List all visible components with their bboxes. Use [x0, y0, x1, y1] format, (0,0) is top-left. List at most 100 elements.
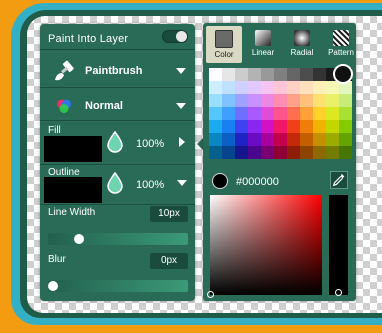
- slider-thumb[interactable]: [48, 281, 58, 291]
- palette-swatch[interactable]: [235, 146, 248, 159]
- palette-swatch[interactable]: [209, 94, 222, 107]
- palette-swatch[interactable]: [235, 107, 248, 120]
- palette-swatch[interactable]: [274, 146, 287, 159]
- palette-swatch[interactable]: [313, 146, 326, 159]
- palette-swatch[interactable]: [339, 146, 352, 159]
- palette-swatch[interactable]: [209, 81, 222, 94]
- slider-thumb[interactable]: [74, 234, 84, 244]
- palette-swatch[interactable]: [235, 120, 248, 133]
- palette-swatch[interactable]: [300, 68, 313, 81]
- palette-swatch[interactable]: [274, 68, 287, 81]
- paint-into-layer-label: Paint Into Layer: [48, 33, 129, 45]
- palette-swatch[interactable]: [326, 120, 339, 133]
- palette-swatch[interactable]: [313, 81, 326, 94]
- palette-swatch[interactable]: [274, 133, 287, 146]
- hue-handle[interactable]: [335, 289, 342, 296]
- palette-swatch[interactable]: [222, 133, 235, 146]
- line-width-value[interactable]: 10px: [150, 206, 188, 222]
- sv-handle[interactable]: [207, 291, 214, 298]
- palette-swatch[interactable]: [287, 107, 300, 120]
- palette-swatch[interactable]: [300, 120, 313, 133]
- outline-color-swatch[interactable]: [44, 177, 102, 203]
- palette-swatch[interactable]: [209, 120, 222, 133]
- palette-swatch[interactable]: [339, 133, 352, 146]
- palette-swatch[interactable]: [326, 146, 339, 159]
- palette-swatch[interactable]: [287, 133, 300, 146]
- palette-swatch[interactable]: [261, 146, 274, 159]
- palette-swatch[interactable]: [235, 81, 248, 94]
- palette-swatch[interactable]: [222, 107, 235, 120]
- palette-swatch[interactable]: [313, 68, 326, 81]
- outline-opacity-value[interactable]: 100%: [136, 179, 164, 191]
- palette-swatch[interactable]: [209, 146, 222, 159]
- paint-into-layer-toggle[interactable]: [162, 30, 188, 43]
- palette-swatch[interactable]: [287, 81, 300, 94]
- palette-swatch[interactable]: [313, 94, 326, 107]
- palette-swatch[interactable]: [287, 120, 300, 133]
- palette-swatch[interactable]: [222, 68, 235, 81]
- palette-swatch[interactable]: [326, 133, 339, 146]
- palette-swatch[interactable]: [326, 107, 339, 120]
- tab-color[interactable]: Color: [206, 26, 242, 63]
- palette-swatch[interactable]: [300, 94, 313, 107]
- blur-slider[interactable]: [48, 280, 188, 292]
- palette-swatch[interactable]: [326, 94, 339, 107]
- palette-swatch[interactable]: [248, 146, 261, 159]
- palette-swatch[interactable]: [248, 107, 261, 120]
- palette-swatch[interactable]: [248, 81, 261, 94]
- palette-swatch[interactable]: [300, 133, 313, 146]
- palette-swatch[interactable]: [274, 81, 287, 94]
- palette-swatch[interactable]: [248, 94, 261, 107]
- eyedropper-button[interactable]: [330, 171, 348, 189]
- palette-swatch[interactable]: [222, 81, 235, 94]
- palette-swatch[interactable]: [248, 68, 261, 81]
- tab-radial[interactable]: Radial: [284, 26, 320, 63]
- palette-swatch[interactable]: [300, 81, 313, 94]
- palette-swatch[interactable]: [248, 133, 261, 146]
- fill-color-swatch[interactable]: [44, 136, 102, 162]
- palette-swatch[interactable]: [235, 133, 248, 146]
- palette-swatch[interactable]: [261, 94, 274, 107]
- blur-value[interactable]: 0px: [150, 253, 188, 269]
- palette-swatch[interactable]: [222, 146, 235, 159]
- palette-swatch[interactable]: [222, 120, 235, 133]
- palette-swatch[interactable]: [313, 107, 326, 120]
- palette-swatch[interactable]: [235, 68, 248, 81]
- blend-mode-select[interactable]: Normal: [40, 93, 195, 119]
- palette-swatch[interactable]: [287, 94, 300, 107]
- chevron-right-icon[interactable]: [179, 137, 185, 147]
- palette-swatch[interactable]: [300, 146, 313, 159]
- palette-swatch[interactable]: [261, 68, 274, 81]
- palette-swatch[interactable]: [209, 107, 222, 120]
- palette-swatch[interactable]: [287, 146, 300, 159]
- palette-swatch[interactable]: [261, 133, 274, 146]
- tool-select[interactable]: Paintbrush: [40, 58, 195, 84]
- palette-swatch[interactable]: [313, 133, 326, 146]
- palette-swatch[interactable]: [209, 133, 222, 146]
- palette-swatch[interactable]: [339, 94, 352, 107]
- palette-swatch[interactable]: [222, 94, 235, 107]
- fill-opacity-value[interactable]: 100%: [136, 138, 164, 150]
- palette-swatch[interactable]: [300, 107, 313, 120]
- hex-value-input[interactable]: #000000: [236, 176, 279, 188]
- saturation-value-picker[interactable]: [207, 195, 322, 298]
- tab-pattern[interactable]: Pattern: [323, 26, 359, 63]
- palette-swatch[interactable]: [339, 120, 352, 133]
- palette-swatch[interactable]: [274, 120, 287, 133]
- palette-swatch[interactable]: [261, 120, 274, 133]
- hue-slider[interactable]: [329, 195, 348, 296]
- palette-swatch[interactable]: [274, 107, 287, 120]
- palette-swatch[interactable]: [235, 94, 248, 107]
- palette-swatch[interactable]: [287, 68, 300, 81]
- tab-linear[interactable]: Linear: [245, 26, 281, 63]
- palette-swatch[interactable]: [326, 81, 339, 94]
- palette-swatch[interactable]: [248, 120, 261, 133]
- palette-swatch[interactable]: [261, 107, 274, 120]
- palette-swatch[interactable]: [339, 107, 352, 120]
- palette-swatch[interactable]: [274, 94, 287, 107]
- chevron-down-icon[interactable]: [177, 180, 187, 186]
- palette-swatch[interactable]: [261, 81, 274, 94]
- line-width-slider[interactable]: [48, 233, 188, 245]
- palette-swatch[interactable]: [313, 120, 326, 133]
- palette-swatch[interactable]: [209, 68, 222, 81]
